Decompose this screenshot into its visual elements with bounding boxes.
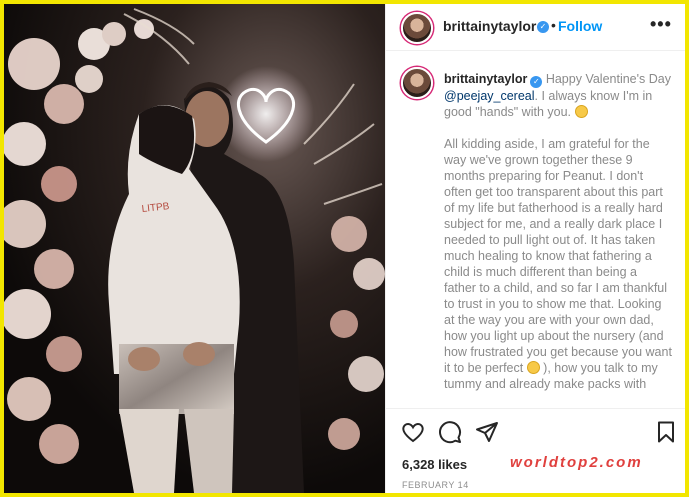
header-separator: • — [551, 17, 556, 33]
heart-icon[interactable] — [401, 420, 425, 444]
more-options-icon[interactable]: ••• — [650, 14, 672, 35]
post-sidebar: brittainytaylor ✓ • Follow ••• brittainy… — [385, 4, 685, 493]
verified-badge-icon: ✓ — [530, 76, 543, 88]
post-header: brittainytaylor ✓ • Follow ••• — [386, 4, 685, 51]
smiley-emoji — [574, 105, 588, 118]
caption-username[interactable]: brittainytaylor — [444, 72, 527, 86]
caption-area[interactable]: brittainytaylor ✓ Happy Valentine's Day @… — [386, 51, 685, 407]
couple-photo-illustration: LITPB — [4, 4, 385, 493]
author-username[interactable]: brittainytaylor — [443, 18, 536, 34]
caption-intro: Happy Valentine's Day — [542, 72, 671, 86]
post-date[interactable]: FEBRUARY 14 — [402, 480, 469, 490]
caption-text: brittainytaylor ✓ Happy Valentine's Day @… — [444, 71, 672, 407]
post-photo[interactable]: LITPB — [4, 4, 385, 493]
caption-avatar[interactable] — [401, 67, 433, 99]
follow-button[interactable]: Follow — [558, 18, 602, 34]
paper-plane-icon[interactable] — [475, 420, 499, 444]
caption-paragraph-body: All kidding aside, I am grateful for the… — [444, 137, 672, 375]
caption-mention-link[interactable]: @peejay_cereal — [444, 89, 535, 103]
comment-icon[interactable] — [438, 420, 462, 444]
likes-count[interactable]: 6,328 likes — [402, 457, 467, 472]
grinning-emoji — [526, 361, 540, 374]
watermark: worldtop2.com — [510, 454, 643, 471]
action-bar — [386, 408, 685, 454]
bookmark-icon[interactable] — [654, 420, 678, 444]
instagram-post: LITPB brittainytaylor ✓ • Follow ••• bri… — [4, 4, 685, 493]
author-avatar[interactable] — [401, 12, 433, 44]
verified-badge-icon: ✓ — [537, 21, 549, 33]
